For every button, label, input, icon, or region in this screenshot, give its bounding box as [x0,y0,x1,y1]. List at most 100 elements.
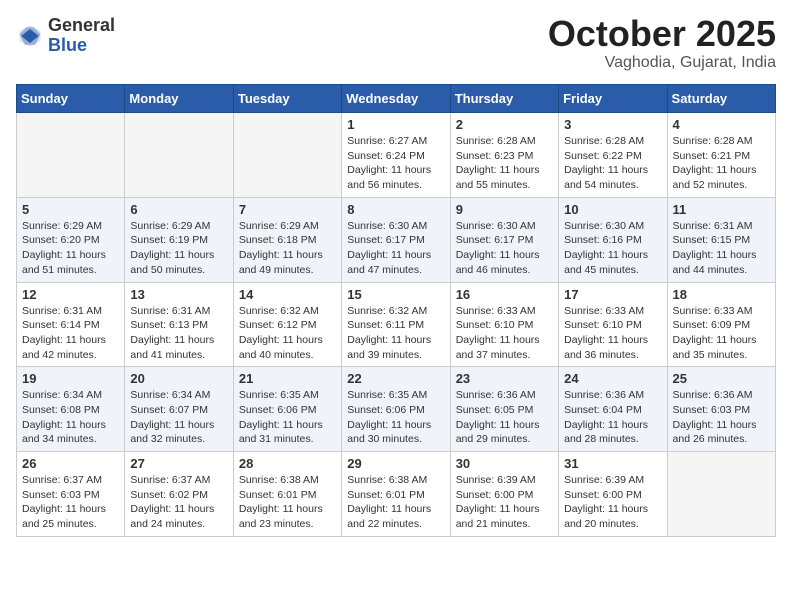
calendar-day-cell: 17 Sunrise: 6:33 AMSunset: 6:10 PMDayligh… [559,282,667,367]
weekday-header-sunday: Sunday [17,85,125,113]
day-info: Sunrise: 6:34 AMSunset: 6:07 PMDaylight:… [130,388,227,447]
day-number: 5 [22,202,119,217]
calendar-day-cell: 3Sunrise: 6:28 AMSunset: 6:22 PMDaylight… [559,113,667,198]
day-number: 17 [564,287,661,302]
day-number: 15 [347,287,444,302]
calendar-week-row: 12 Sunrise: 6:31 AMSunset: 6:14 PMDayligh… [17,282,776,367]
calendar-day-cell: 13Sunrise: 6:31 AMSunset: 6:13 PMDayligh… [125,282,233,367]
day-number: 23 [456,371,553,386]
day-info: Sunrise: 6:31 AMSunset: 6:15 PMDaylight:… [673,219,770,278]
day-number: 18 [673,287,770,302]
calendar-day-cell: 10 Sunrise: 6:30 AMSunset: 6:16 PMDayligh… [559,197,667,282]
day-info: Sunrise: 6:28 AMSunset: 6:23 PMDaylight:… [456,134,553,193]
day-info: Sunrise: 6:39 AMSunset: 6:00 PMDaylight:… [456,473,553,532]
calendar-day-cell: 21 Sunrise: 6:35 AMSunset: 6:06 PMDayligh… [233,367,341,452]
day-info: Sunrise: 6:32 AMSunset: 6:11 PMDaylight:… [347,304,444,363]
day-info: Sunrise: 6:36 AMSunset: 6:05 PMDaylight:… [456,388,553,447]
day-number: 19 [22,371,119,386]
weekday-header-saturday: Saturday [667,85,775,113]
day-info: Sunrise: 6:30 AMSunset: 6:17 PMDaylight:… [456,219,553,278]
title-block: October 2025 Vaghodia, Gujarat, India [548,16,776,72]
day-info: Sunrise: 6:30 AMSunset: 6:16 PMDaylight:… [564,219,661,278]
calendar-day-cell: 24 Sunrise: 6:36 AMSunset: 6:04 PMDayligh… [559,367,667,452]
day-info: Sunrise: 6:31 AMSunset: 6:14 PMDaylight:… [22,304,119,363]
day-number: 6 [130,202,227,217]
calendar-day-cell: 30 Sunrise: 6:39 AMSunset: 6:00 PMDayligh… [450,452,558,537]
day-info: Sunrise: 6:29 AMSunset: 6:19 PMDaylight:… [130,219,227,278]
calendar-day-cell: 28 Sunrise: 6:38 AMSunset: 6:01 PMDayligh… [233,452,341,537]
day-info: Sunrise: 6:39 AMSunset: 6:00 PMDaylight:… [564,473,661,532]
calendar-day-cell: 19 Sunrise: 6:34 AMSunset: 6:08 PMDayligh… [17,367,125,452]
calendar-day-cell: 15 Sunrise: 6:32 AMSunset: 6:11 PMDayligh… [342,282,450,367]
day-info: Sunrise: 6:35 AMSunset: 6:06 PMDaylight:… [347,388,444,447]
day-info: Sunrise: 6:27 AMSunset: 6:24 PMDaylight:… [347,134,444,193]
day-number: 13 [130,287,227,302]
calendar-week-row: 1 Sunrise: 6:27 AMSunset: 6:24 PMDaylight… [17,113,776,198]
day-info: Sunrise: 6:28 AMSunset: 6:22 PMDaylight:… [564,134,661,193]
calendar-day-cell: 1 Sunrise: 6:27 AMSunset: 6:24 PMDaylight… [342,113,450,198]
day-number: 7 [239,202,336,217]
calendar-day-cell: 7 Sunrise: 6:29 AMSunset: 6:18 PMDaylight… [233,197,341,282]
day-info: Sunrise: 6:29 AMSunset: 6:20 PMDaylight:… [22,219,119,278]
calendar-day-cell: 18Sunrise: 6:33 AMSunset: 6:09 PMDayligh… [667,282,775,367]
weekday-header-monday: Monday [125,85,233,113]
logo-text: General Blue [48,16,115,56]
calendar-week-row: 19 Sunrise: 6:34 AMSunset: 6:08 PMDayligh… [17,367,776,452]
day-number: 12 [22,287,119,302]
calendar-day-cell: 16Sunrise: 6:33 AMSunset: 6:10 PMDayligh… [450,282,558,367]
day-number: 4 [673,117,770,132]
calendar-day-cell: 26Sunrise: 6:37 AMSunset: 6:03 PMDayligh… [17,452,125,537]
day-number: 29 [347,456,444,471]
calendar-week-row: 5 Sunrise: 6:29 AMSunset: 6:20 PMDaylight… [17,197,776,282]
day-info: Sunrise: 6:38 AMSunset: 6:01 PMDaylight:… [347,473,444,532]
day-info: Sunrise: 6:35 AMSunset: 6:06 PMDaylight:… [239,388,336,447]
day-info: Sunrise: 6:36 AMSunset: 6:03 PMDaylight:… [673,388,770,447]
calendar-day-cell: 12 Sunrise: 6:31 AMSunset: 6:14 PMDayligh… [17,282,125,367]
calendar-table: SundayMondayTuesdayWednesdayThursdayFrid… [16,84,776,537]
day-number: 14 [239,287,336,302]
day-info: Sunrise: 6:36 AMSunset: 6:04 PMDaylight:… [564,388,661,447]
calendar-day-cell: 25Sunrise: 6:36 AMSunset: 6:03 PMDayligh… [667,367,775,452]
weekday-header-friday: Friday [559,85,667,113]
calendar-day-cell: 31 Sunrise: 6:39 AMSunset: 6:00 PMDayligh… [559,452,667,537]
day-number: 2 [456,117,553,132]
day-info: Sunrise: 6:30 AMSunset: 6:17 PMDaylight:… [347,219,444,278]
day-number: 31 [564,456,661,471]
calendar-day-cell: 2 Sunrise: 6:28 AMSunset: 6:23 PMDaylight… [450,113,558,198]
day-info: Sunrise: 6:32 AMSunset: 6:12 PMDaylight:… [239,304,336,363]
day-info: Sunrise: 6:29 AMSunset: 6:18 PMDaylight:… [239,219,336,278]
day-info: Sunrise: 6:37 AMSunset: 6:02 PMDaylight:… [130,473,227,532]
day-number: 9 [456,202,553,217]
calendar-day-cell: 29 Sunrise: 6:38 AMSunset: 6:01 PMDayligh… [342,452,450,537]
day-number: 11 [673,202,770,217]
day-number: 22 [347,371,444,386]
calendar-title: October 2025 [548,16,776,52]
page-header: General Blue October 2025 Vaghodia, Guja… [16,16,776,72]
day-number: 1 [347,117,444,132]
day-number: 21 [239,371,336,386]
day-number: 10 [564,202,661,217]
calendar-day-cell: 9 Sunrise: 6:30 AMSunset: 6:17 PMDaylight… [450,197,558,282]
day-number: 24 [564,371,661,386]
day-number: 30 [456,456,553,471]
day-info: Sunrise: 6:33 AMSunset: 6:10 PMDaylight:… [456,304,553,363]
weekday-header-thursday: Thursday [450,85,558,113]
calendar-day-cell [233,113,341,198]
logo-general-text: General [48,16,115,36]
day-number: 26 [22,456,119,471]
calendar-day-cell: 23 Sunrise: 6:36 AMSunset: 6:05 PMDayligh… [450,367,558,452]
calendar-day-cell: 14 Sunrise: 6:32 AMSunset: 6:12 PMDayligh… [233,282,341,367]
day-number: 28 [239,456,336,471]
calendar-day-cell [17,113,125,198]
day-info: Sunrise: 6:34 AMSunset: 6:08 PMDaylight:… [22,388,119,447]
day-number: 20 [130,371,227,386]
day-info: Sunrise: 6:33 AMSunset: 6:10 PMDaylight:… [564,304,661,363]
day-number: 8 [347,202,444,217]
calendar-day-cell: 8 Sunrise: 6:30 AMSunset: 6:17 PMDaylight… [342,197,450,282]
weekday-header-wednesday: Wednesday [342,85,450,113]
calendar-day-cell: 5 Sunrise: 6:29 AMSunset: 6:20 PMDaylight… [17,197,125,282]
day-info: Sunrise: 6:28 AMSunset: 6:21 PMDaylight:… [673,134,770,193]
day-info: Sunrise: 6:38 AMSunset: 6:01 PMDaylight:… [239,473,336,532]
calendar-location: Vaghodia, Gujarat, India [548,54,776,72]
weekday-header-row: SundayMondayTuesdayWednesdayThursdayFrid… [17,85,776,113]
